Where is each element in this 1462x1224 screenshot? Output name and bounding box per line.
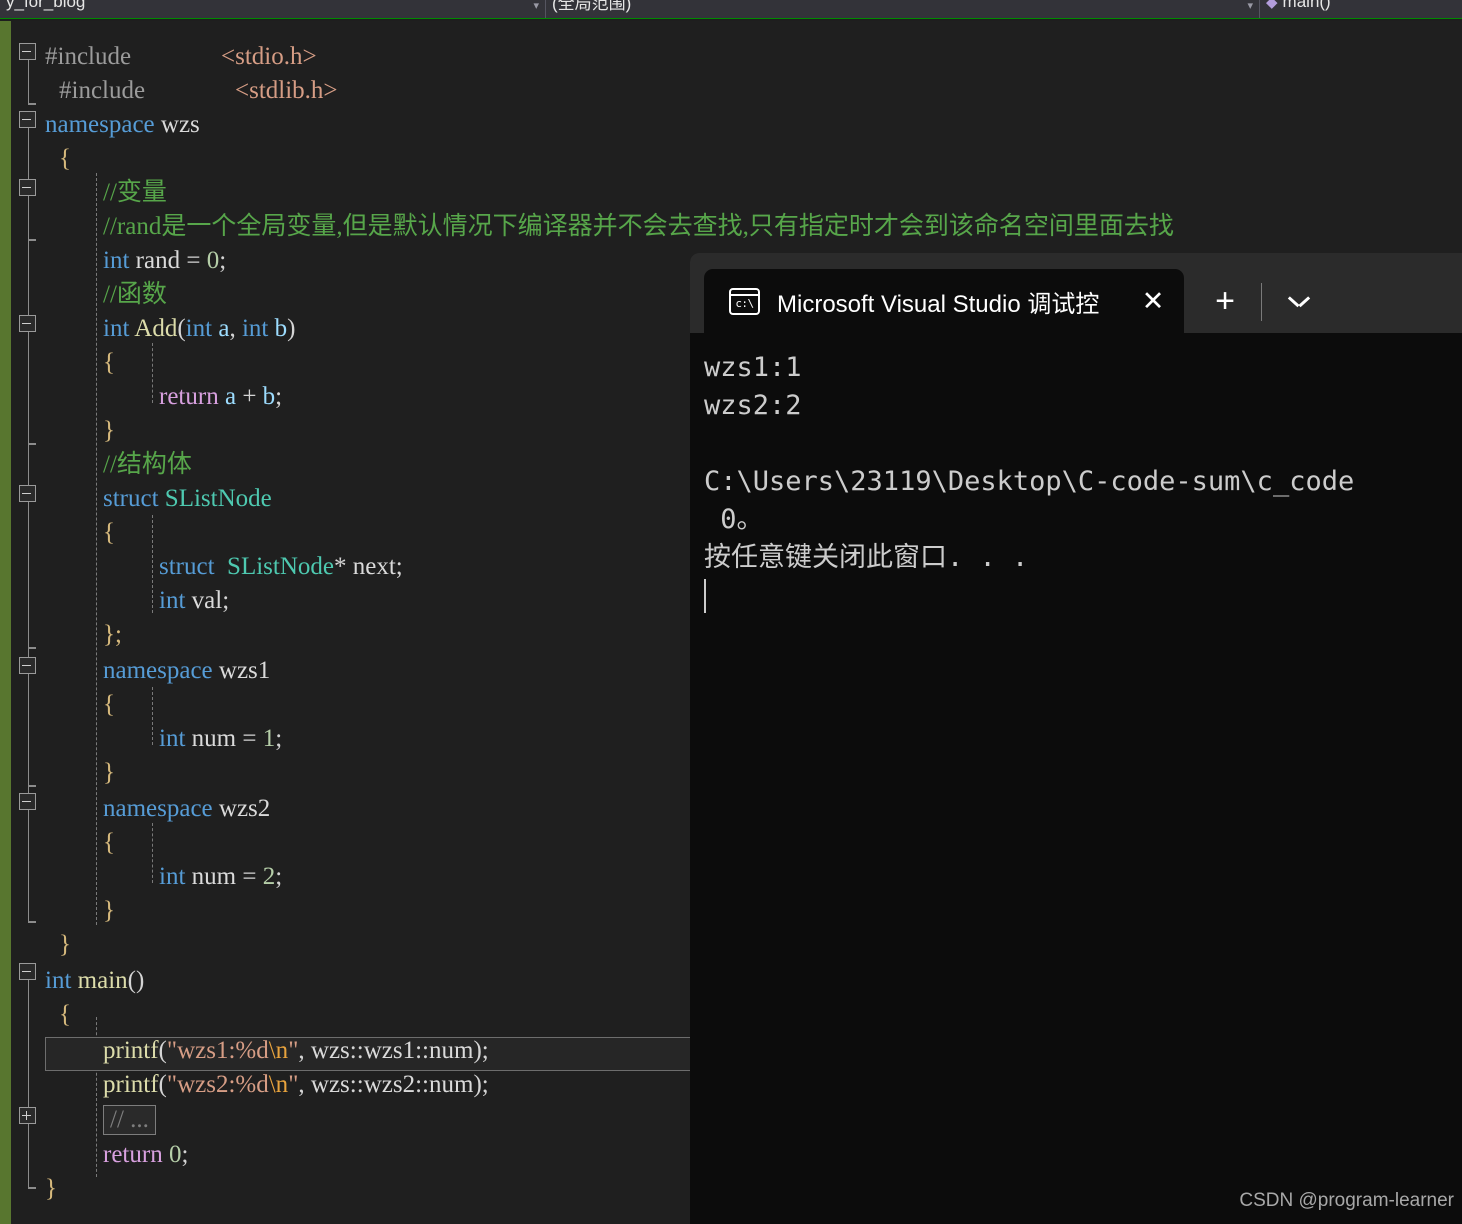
code-line-14: struct SListNode [103,485,272,512]
code-line-30: printf("wzs1:%d\n", wzs::wzs1::num); [103,1037,489,1064]
code-line-22: } [103,759,115,786]
code-line-25: int num = 2; [159,863,283,890]
console-output[interactable]: wzs1:1 wzs2:2 C:\Users\23119\Desktop\C-c… [690,333,1462,1224]
console-icon-text: c:\ [735,296,754,310]
code-line-24: { [103,829,115,856]
watermark-label: CSDN @program-learner [1239,1190,1454,1211]
fold-toggle-line-28[interactable] [19,963,36,980]
indent-guide [152,343,153,403]
code-line-10: { [103,349,115,376]
console-window-icon: c:\ [729,287,760,315]
code-line-20: { [103,691,115,718]
console-title-bar[interactable]: c:\ Microsoft Visual Studio 调试控 ✕ + [690,253,1462,333]
console-tab-active[interactable]: c:\ Microsoft Visual Studio 调试控 [704,269,1184,333]
console-output-line: wzs2:2 [704,390,802,421]
code-line-23: namespace wzs2 [103,795,271,822]
outline-connector [27,665,29,785]
outline-connector-end [27,921,36,923]
code-line-9: int Add(int a, int b) [103,315,296,342]
code-line-19: namespace wzs1 [103,657,271,684]
code-line-17: int val; [159,587,230,614]
code-line-34: } [45,1175,57,1202]
fold-toggle-line-32[interactable] [19,1107,36,1124]
outline-connector-end [27,103,36,105]
code-line-4: { [59,145,71,172]
outline-connector-end [27,443,36,445]
tab-dropdown-button[interactable] [1270,269,1328,333]
scope-selector-label: (全局范围) [552,0,632,13]
console-output-line: wzs1:1 [704,352,802,383]
outline-connector-end [27,785,36,787]
code-line-31: printf("wzs2:%d\n", wzs::wzs2::num); [103,1071,489,1098]
code-line-16: struct SListNode* next; [159,553,403,580]
member-selector[interactable]: ◆ main() [1260,0,1462,18]
code-line-15: { [103,519,115,546]
toolbar-divider [1261,283,1262,321]
indent-guide [96,173,97,925]
console-output-line: C:\Users\23119\Desktop\C-code-sum\c_code [704,466,1355,497]
indent-guide [152,823,153,883]
new-tab-button[interactable]: + [1195,269,1255,333]
fold-toggle-line-19[interactable] [19,657,36,674]
fold-toggle-line-5[interactable] [19,179,36,196]
console-tab-title: Microsoft Visual Studio 调试控 [777,290,1100,318]
code-line-26: } [103,897,115,924]
fold-toggle-line-1[interactable] [19,43,36,60]
chevron-down-icon: ▾ [533,0,539,12]
close-icon[interactable]: ✕ [1122,269,1184,333]
fold-toggle-line-23[interactable] [19,793,36,810]
outline-connector [27,493,29,647]
code-line-29: { [59,1001,71,1028]
code-line-28: int main() [45,967,145,994]
code-line-2: #include [59,77,152,104]
code-line-2-include-path: <stdlib.h> [235,77,338,104]
code-line-1-include-path: <stdio.h> [221,43,317,70]
collapsed-region-block[interactable]: // ... [103,1105,156,1135]
fold-toggle-line-14[interactable] [19,485,36,502]
console-cursor [704,579,706,613]
code-line-6: //rand是一个全局变量,但是默认情况下编译器并不会去查找,只有指定时才会到该… [103,213,1174,240]
project-selector[interactable]: y_for_blog ▾ [0,0,546,18]
outline-connector-end [27,1187,36,1189]
project-selector-label: y_for_blog [6,0,86,11]
vs-navigation-bar: y_for_blog ▾ (全局范围) ▾ ◆ main() [0,0,1462,19]
chevron-down-icon [1289,296,1309,307]
outline-connector-end [27,647,36,649]
code-line-18: }; [103,621,122,648]
fold-toggle-line-3[interactable] [19,111,36,128]
code-line-13: //结构体 [103,451,192,478]
console-output-line: 0。 [704,504,764,535]
outline-connector [27,323,29,443]
member-selector-label: main() [1282,0,1331,11]
code-line-5: //变量 [103,179,167,206]
debug-console-window[interactable]: c:\ Microsoft Visual Studio 调试控 ✕ + wzs1… [690,253,1462,1224]
indent-guide [152,687,153,745]
outline-connector [27,801,29,921]
code-line-11: return a + b; [159,383,283,410]
scope-selector[interactable]: (全局范围) ▾ [546,0,1260,18]
code-line-1: #include [45,43,138,70]
outline-connector [27,971,29,1187]
code-line-21: int num = 1; [159,725,283,752]
code-line-27: } [59,931,71,958]
console-output-line: 按任意键关闭此窗口. . . [704,542,1029,573]
method-icon: ◆ [1266,0,1278,11]
code-line-3: namespace wzs [45,111,200,138]
unsaved-change-indicator-bar [0,21,11,1224]
fold-toggle-line-9[interactable] [19,315,36,332]
chevron-down-icon: ▾ [1247,0,1253,12]
code-line-12: } [103,417,115,444]
code-line-33: return 0; [103,1141,189,1168]
code-line-7: int rand = 0; [103,247,227,274]
indent-guide [152,515,153,613]
code-line-8: //函数 [103,281,167,308]
outline-connector-end [27,239,36,241]
